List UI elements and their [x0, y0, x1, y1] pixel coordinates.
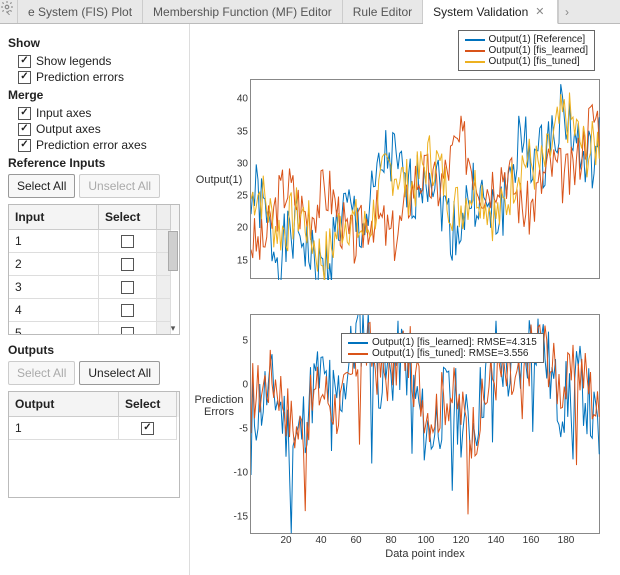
- refinputs-row-checkbox[interactable]: [121, 235, 134, 248]
- reference-inputs-header: Reference Inputs: [8, 156, 183, 170]
- prediction-errors-checkbox[interactable]: [18, 71, 31, 84]
- chart1-ylabel: Output(1): [190, 174, 248, 186]
- refinputs-col-input: Input: [9, 205, 99, 230]
- scrollbar-thumb[interactable]: [168, 231, 178, 271]
- scroll-down-icon[interactable]: ▾: [168, 323, 178, 333]
- refinputs-row-checkbox[interactable]: [121, 258, 134, 271]
- outputs-table: Output Select 1: [8, 391, 180, 498]
- tab-fis-plot[interactable]: e System (FIS) Plot: [18, 0, 143, 23]
- refinputs-col-select: Select: [99, 205, 157, 230]
- merge-output-axes-checkbox[interactable]: [18, 123, 31, 136]
- sidebar: Show Show legends Prediction errors Merg…: [0, 24, 190, 575]
- tab-mf-editor[interactable]: Membership Function (MF) Editor: [143, 0, 343, 23]
- refinputs-row-checkbox[interactable]: [121, 281, 134, 294]
- tab-next-button[interactable]: ›: [558, 0, 576, 23]
- refinputs-row-name: 3: [9, 276, 99, 299]
- refinputs-row-checkbox[interactable]: [121, 304, 134, 317]
- outputs-select-all-button: Select All: [8, 361, 75, 385]
- outputs-unselect-all-button[interactable]: Unselect All: [79, 361, 160, 385]
- refinputs-unselect-all-button: Unselect All: [79, 174, 160, 198]
- chart-legend: Output(1) [Reference]Output(1) [fis_lear…: [458, 30, 596, 71]
- refinputs-row-checkbox[interactable]: [121, 327, 134, 335]
- merge-input-axes-label: Input axes: [36, 106, 91, 120]
- refinputs-row-name: 5: [9, 322, 99, 334]
- outputs-col-output: Output: [9, 392, 119, 417]
- prediction-errors-label: Prediction errors: [36, 70, 124, 84]
- tab-rule-editor[interactable]: Rule Editor: [343, 0, 423, 23]
- outputs-header: Outputs: [8, 343, 183, 357]
- error-plot[interactable]: -15-10-50520406080100120140160180Output(…: [250, 314, 600, 534]
- tab-bar: ‹ e System (FIS) Plot Membership Functio…: [0, 0, 620, 24]
- gear-icon[interactable]: [576, 0, 598, 23]
- refinputs-row-name: 1: [9, 230, 99, 253]
- output-plot[interactable]: 152025303540Output(1) [Reference]Output(…: [250, 79, 600, 279]
- refinputs-row-name: 2: [9, 253, 99, 276]
- merge-error-axes-label: Prediction error axes: [36, 138, 147, 152]
- chart-area: Output(1) 152025303540Output(1) [Referen…: [190, 24, 620, 575]
- chart-legend: Output(1) [fis_learned]: RMSE=4.315Outpu…: [341, 333, 544, 363]
- merge-header: Merge: [8, 88, 183, 102]
- show-header: Show: [8, 36, 183, 50]
- close-icon[interactable]: ✕: [533, 5, 546, 18]
- chart2-xlabel: Data point index: [250, 548, 600, 560]
- show-legends-label: Show legends: [36, 54, 111, 68]
- merge-input-axes-checkbox[interactable]: [18, 107, 31, 120]
- merge-error-axes-checkbox[interactable]: [18, 139, 31, 152]
- refinputs-table: Input Select 1 2 3 4 5 ▾: [8, 204, 180, 335]
- outputs-row-name: 1: [9, 417, 119, 440]
- show-legends-checkbox[interactable]: [18, 55, 31, 68]
- outputs-col-select: Select: [119, 392, 177, 417]
- tab-system-validation[interactable]: System Validation ✕: [423, 0, 557, 24]
- refinputs-select-all-button[interactable]: Select All: [8, 174, 75, 198]
- merge-output-axes-label: Output axes: [36, 122, 101, 136]
- outputs-row-checkbox[interactable]: [141, 422, 154, 435]
- chart2-ylabel: Prediction Errors: [190, 394, 248, 418]
- refinputs-row-name: 4: [9, 299, 99, 322]
